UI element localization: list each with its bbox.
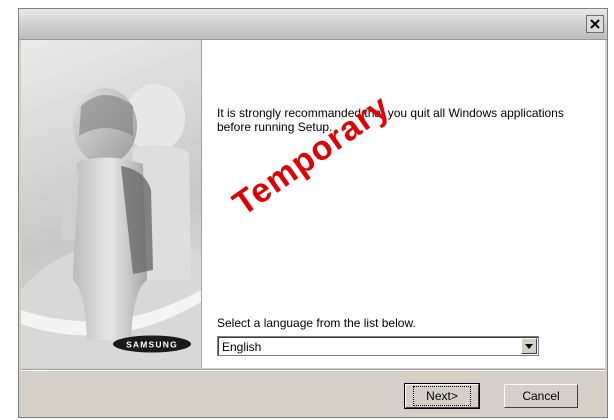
next-button[interactable]: Next> xyxy=(404,383,480,409)
samsung-logo: SAMSUNG xyxy=(113,335,191,353)
close-button[interactable] xyxy=(586,15,604,33)
cancel-button-label: Cancel xyxy=(522,389,560,403)
close-icon xyxy=(590,19,600,29)
chevron-down-icon xyxy=(525,343,533,349)
language-selected-value: English xyxy=(222,340,262,354)
language-dropdown[interactable]: English xyxy=(217,336,539,356)
button-separator xyxy=(21,369,605,371)
title-bar xyxy=(19,9,607,40)
divider xyxy=(201,40,202,368)
next-button-label: Next> xyxy=(413,386,471,406)
dialog-client-area: SAMSUNG It is strongly recommanded that … xyxy=(21,40,605,368)
svg-text:SAMSUNG: SAMSUNG xyxy=(126,340,178,350)
people-figures-graphic xyxy=(21,84,201,368)
language-select-label: Select a language from the list below. xyxy=(217,316,416,330)
dropdown-arrow-button[interactable] xyxy=(521,338,537,354)
side-illustration: SAMSUNG xyxy=(21,40,201,368)
cancel-button[interactable]: Cancel xyxy=(504,384,578,408)
setup-dialog: SAMSUNG It is strongly recommanded that … xyxy=(18,8,608,418)
setup-message: It is strongly recommanded that you quit… xyxy=(217,106,564,134)
